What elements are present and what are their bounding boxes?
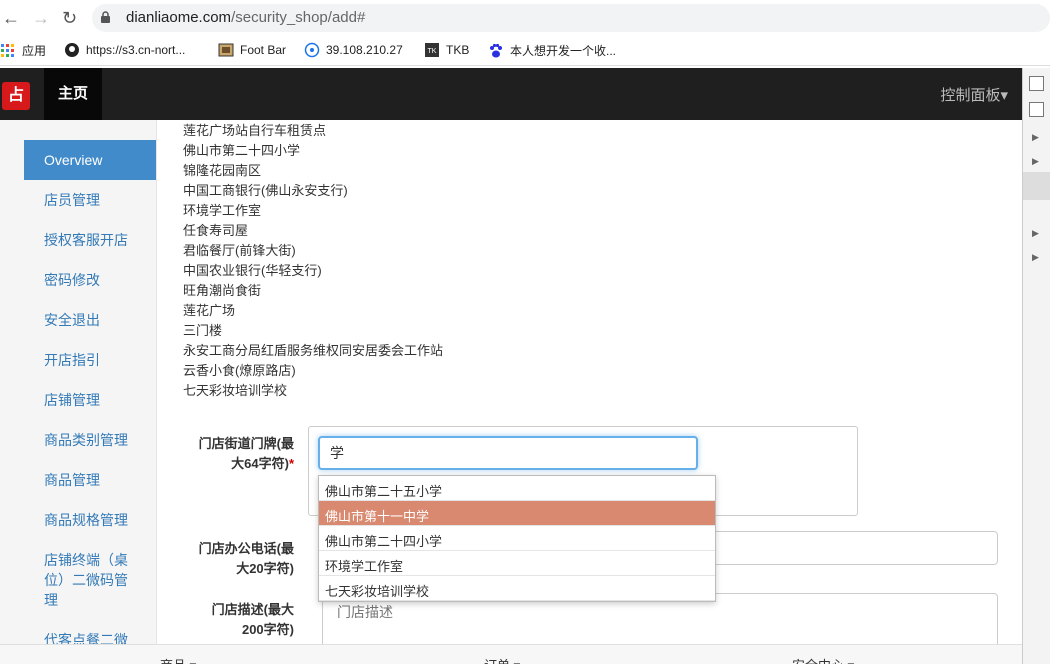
sidebar-item-category[interactable]: 商品类别管理 <box>24 430 156 450</box>
sidebar-item-order-for-guest[interactable]: 代客点餐二微 <box>24 630 156 644</box>
sidebar-item-staff[interactable]: 店员管理 <box>24 190 156 210</box>
required-asterisk: * <box>288 456 294 471</box>
suggestion-item[interactable]: 佛山市第二十五小学 <box>319 476 715 501</box>
sidebar-item-guide[interactable]: 开店指引 <box>24 350 156 370</box>
sidebar-item-spec[interactable]: 商品规格管理 <box>24 510 156 530</box>
browser-toolbar: ← → ↻ dianliaome.com/security_shop/add# <box>0 0 1050 36</box>
label-line: 200字符) <box>241 622 294 637</box>
label-line: 大20字符) <box>236 561 294 576</box>
bookmark-s3[interactable]: https://s3.cn-nort... <box>64 42 185 58</box>
address-suggestion-dropdown: 佛山市第二十五小学 佛山市第十一中学 佛山市第二十四小学 环境学工作室 七天彩妆… <box>318 475 716 602</box>
bookmark-ip[interactable]: 39.108.210.27 <box>304 42 403 58</box>
foot-bar-icon <box>218 43 234 57</box>
list-item: 旺角潮尚食街 <box>183 283 262 298</box>
footer-menu-orders[interactable]: 订单 ▾ <box>484 655 520 664</box>
sidebar-item-overview[interactable]: Overview <box>24 140 156 180</box>
list-item: 云香小食(燎原路店) <box>183 363 296 378</box>
back-arrow-icon[interactable]: ← <box>2 8 20 28</box>
sidebar-item-password[interactable]: 密码修改 <box>24 270 156 290</box>
inspect-icon[interactable] <box>1029 76 1044 91</box>
nearby-address-list: 莲花广场站自行车租赁点 佛山市第二十四小学 锦隆花园南区 中国工商银行(佛山永安… <box>183 121 443 401</box>
suggestion-item-highlighted[interactable]: 佛山市第十一中学 <box>319 501 715 526</box>
sidebar-item-qrcode[interactable]: 店铺终端（桌 位）二微码管 理 <box>24 550 156 610</box>
svg-text:TK: TK <box>428 48 437 55</box>
tkb-icon: TK <box>425 43 439 57</box>
url-text[interactable]: dianliaome.com/security_shop/add# <box>126 9 365 26</box>
bottom-menu-bar: 商品 ▾ 订单 ▾ 安全中心 ▾ <box>0 644 1022 664</box>
github-icon <box>65 43 79 57</box>
sidebar-item-shop[interactable]: 店铺管理 <box>24 390 156 410</box>
suggestion-item[interactable]: 佛山市第二十四小学 <box>319 526 715 551</box>
list-item: 佛山市第二十四小学 <box>183 143 301 158</box>
label-line: 门店办公电话(最 <box>198 541 294 556</box>
baidu-paw-icon <box>490 43 502 57</box>
suggestion-item[interactable]: 环境学工作室 <box>319 551 715 576</box>
target-icon <box>304 42 320 58</box>
bookmark-label: https://s3.cn-nort... <box>86 43 186 57</box>
forward-arrow-icon[interactable]: → <box>32 8 50 28</box>
bookmark-baidu[interactable]: 本人想开发一个收... <box>488 42 616 59</box>
devtools-scrollbar[interactable] <box>1023 172 1050 200</box>
list-item: 中国农业银行(华轻支行) <box>183 263 322 278</box>
label-text: 大64字符) <box>231 456 289 471</box>
list-item: 君临餐厅(前锋大街) <box>183 243 296 258</box>
devtools-strip: ▶ ▶ ▶ ▶ <box>1022 68 1050 664</box>
expand-arrow-icon[interactable]: ▶ <box>1032 228 1039 239</box>
street-address-label: 门店街道门牌(最 大64字符)* <box>186 434 294 474</box>
list-item: 锦隆花园南区 <box>183 163 262 178</box>
office-phone-label: 门店办公电话(最 大20字符) <box>186 539 294 579</box>
suggestion-item[interactable]: 七天彩妆培训学校 <box>319 576 715 601</box>
bookmark-label: Foot Bar <box>240 43 287 57</box>
list-item: 永安工商分局红盾服务维权同安居委会工作站 <box>183 343 444 358</box>
list-item: 莲花广场站自行车租赁点 <box>183 123 327 138</box>
control-panel-dropdown[interactable]: 控制面板▾ <box>940 84 1008 105</box>
list-item: 莲花广场 <box>183 303 236 318</box>
label-line: 门店街道门牌(最 <box>198 436 294 451</box>
sidebar-item-authorize-service[interactable]: 授权客服开店 <box>24 230 156 250</box>
label-line: 门店描述(最大 <box>211 602 294 617</box>
expand-arrow-icon[interactable]: ▶ <box>1032 132 1039 143</box>
bookmark-apps[interactable]: 应用 <box>0 42 46 59</box>
apps-grid-icon <box>1 43 14 57</box>
lock-icon <box>101 11 110 23</box>
bookmark-label: 本人想开发一个收... <box>510 44 617 58</box>
label-line-2: 大64字符)* <box>186 454 294 474</box>
bookmark-tkb[interactable]: TK TKB <box>424 42 469 58</box>
expand-arrow-icon[interactable]: ▶ <box>1032 252 1039 263</box>
bookmark-label: 应用 <box>22 44 47 58</box>
sidebar: Overview 店员管理 授权客服开店 密码修改 安全退出 开店指引 店铺管理… <box>0 120 157 644</box>
list-item: 三门楼 <box>183 323 223 338</box>
url-host: dianliaome.com <box>126 9 232 26</box>
bookmark-foot-bar[interactable]: Foot Bar <box>218 42 286 58</box>
panel-toggle-icon[interactable] <box>1029 102 1044 117</box>
url-path: /security_shop/add# <box>231 9 366 26</box>
footer-menu-security[interactable]: 安全中心 ▾ <box>792 655 854 664</box>
description-label: 门店描述(最大 200字符) <box>186 600 294 640</box>
footer-menu-goods[interactable]: 商品 ▾ <box>160 655 196 664</box>
list-item: 环境学工作室 <box>183 203 262 218</box>
reload-icon[interactable]: ↻ <box>62 8 77 28</box>
top-navbar: 占 主页 控制面板▾ <box>0 68 1022 120</box>
sidebar-item-goods[interactable]: 商品管理 <box>24 470 156 490</box>
bookmarks-bar: 应用 https://s3.cn-nort... Foot Bar 39.108… <box>0 36 1050 66</box>
brand-logo[interactable]: 占 <box>2 82 30 110</box>
list-item: 任食寿司屋 <box>183 223 249 238</box>
list-item: 中国工商银行(佛山永安支行) <box>183 183 348 198</box>
bookmark-label: TKB <box>446 43 470 57</box>
expand-arrow-icon[interactable]: ▶ <box>1032 156 1039 167</box>
street-address-input[interactable] <box>318 436 698 470</box>
bookmark-label: 39.108.210.27 <box>326 43 403 57</box>
sidebar-item-logout[interactable]: 安全退出 <box>24 310 156 330</box>
nav-home-tab[interactable]: 主页 <box>44 68 102 120</box>
list-item: 七天彩妆培训学校 <box>183 383 288 398</box>
